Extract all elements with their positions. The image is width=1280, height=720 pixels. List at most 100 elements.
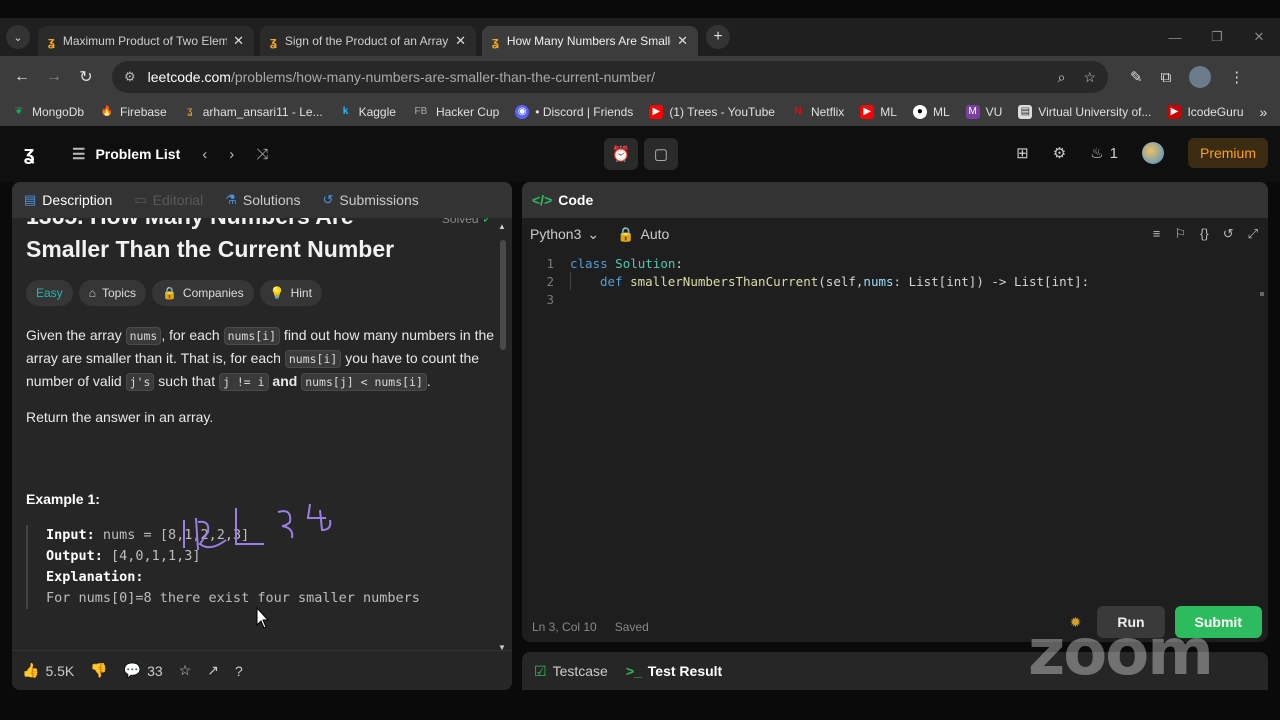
lightbulb-icon: 💡 [269,286,285,300]
lock-icon: 🔒 [617,225,635,242]
bookmark-item[interactable]: ❦ MongoDb [12,105,84,119]
braces-icon[interactable]: {} [1200,226,1209,242]
forward-icon[interactable]: → [38,68,70,86]
language-select[interactable]: Python3 ⌄ [530,226,599,243]
site-info-icon[interactable]: ⚙ [124,69,136,85]
close-tab-icon[interactable]: ✕ [233,33,244,49]
help-button[interactable]: ? [235,663,243,679]
new-tab-button[interactable]: + [706,25,730,49]
inline-code: nums[j] < nums[i] [301,373,427,391]
bookmark-item[interactable]: N Netflix [791,105,844,119]
premium-button[interactable]: Premium [1187,138,1268,168]
bookmark-star-icon[interactable]: ☆ [1083,69,1096,86]
code-title: Code [558,192,594,208]
inline-code: j's [125,373,155,391]
tab-test-result[interactable]: >_ Test Result [626,663,722,679]
kaggle-icon: k [342,106,349,117]
more-bookmarks-icon[interactable]: » [1260,104,1268,120]
pen-extension-icon[interactable]: ✎ [1130,68,1143,86]
companies-chip[interactable]: 🔒 Companies [151,280,254,306]
extensions-icon[interactable]: ⧉ [1161,69,1172,86]
description-scrollbar[interactable]: ▲ ▼ [498,222,508,652]
browser-tab[interactable]: ʓ Sign of the Product of an Array ✕ [260,26,476,56]
description-tabs: ▤ Description ▭ Editorial ⚗ Solutions ↺ Subm… [12,182,512,218]
tab-description[interactable]: ▤ Description [24,192,112,208]
difficulty-badge: Easy [26,280,73,306]
question-icon: ? [235,662,243,679]
document-icon: ▤ [24,192,37,207]
bookmark-item[interactable]: 🔥 Firebase [100,105,167,119]
close-window-icon[interactable]: ✕ [1238,29,1280,45]
hint-chip[interactable]: 💡 Hint [259,280,322,306]
leetcode-logo-icon[interactable]: ʓ [24,143,44,165]
leetcode-icon: ʓ [186,106,193,117]
code-line: 1 class Solution: [546,255,683,271]
bookmark-item[interactable]: ● ML [912,105,950,119]
layout-grid-icon[interactable]: ⊞ [1016,144,1029,162]
profile-avatar[interactable] [1189,66,1212,88]
next-problem-icon[interactable]: › [229,146,234,163]
tab-testcase[interactable]: ☑ Testcase [534,663,608,680]
tab-editorial[interactable]: ▭ Editorial [134,192,203,208]
description-footer: 👍 5.5K 👎 💬 33 ☆ ↗ ? [12,650,512,690]
restore-icon[interactable]: ❐ [1196,29,1238,45]
bookmark-item[interactable]: ▤ Virtual University of... [1018,105,1151,119]
problem-description: Given the array nums, for each nums[i] f… [26,327,495,391]
bookmark-item[interactable]: ʓ arham_ansari11 - Le... [183,105,323,119]
browser-tab-active[interactable]: ʓ How Many Numbers Are Smalle ✕ [482,26,698,56]
bookmark-item[interactable]: ▶ (1) Trees - YouTube [649,105,775,119]
like-button[interactable]: 👍 5.5K [22,662,74,679]
leetcode-favicon-icon: ʓ [48,33,55,49]
dislike-button[interactable]: 👎 [90,662,107,679]
close-tab-icon[interactable]: ✕ [455,33,466,49]
bookmark-item[interactable]: ▶ IcodeGuru [1167,105,1244,119]
bookmark-item[interactable]: FB Hacker Cup [412,105,500,119]
browser-tab[interactable]: ʓ Maximum Product of Two Elem ✕ [38,26,254,56]
tab-solutions[interactable]: ⚗ Solutions [225,192,300,208]
scroll-thumb[interactable] [500,240,506,350]
chevron-down-icon: ⌄ [587,225,600,242]
code-brackets-icon: </> [532,192,553,208]
settings-gear-icon[interactable]: ⚙ [1053,144,1066,162]
format-icon[interactable]: ≡ [1153,226,1161,242]
close-tab-icon[interactable]: ✕ [677,33,688,49]
streak-counter[interactable]: ♨ 1 [1090,144,1118,163]
reset-icon[interactable]: ↺ [1223,226,1234,242]
notes-icon[interactable]: ▢ [644,138,678,170]
timer-icon[interactable]: ⏰ [604,138,638,170]
fullscreen-icon[interactable]: ⤢ [1248,226,1258,242]
bookmark-icon[interactable]: ⚐ [1174,226,1186,242]
user-avatar[interactable] [1141,142,1164,164]
thumbs-down-icon: 👎 [90,662,108,678]
code-editor[interactable]: 1 class Solution: 2 def smallerNumbersThan… [522,254,1268,594]
code-line: 2 def smallerNumbersThanCurrent (self, num… [546,272,1090,290]
share-button[interactable]: ↗ [207,662,219,679]
shuffle-icon[interactable]: ⤨ [256,146,268,163]
leetcode-header: ʓ ☰ Problem List ‹ › ⤨ ⏰ ▢ ⊞ ⚙ ♨ 1 Premiu… [0,126,1280,182]
bookmark-item[interactable]: ◉ • Discord | Friends [515,105,633,119]
url-input[interactable]: ⚙ leetcode.com /problems/how-many-number… [112,61,1108,93]
code-toolbar: Python3 ⌄ 🔒 Auto ≡ ⚐ {} ↺ ⤢ [522,218,1268,250]
code-line: 3 [546,291,554,307]
bookmark-item[interactable]: M VU [965,105,1002,119]
tab-search-button[interactable]: ⌄ [6,25,30,49]
tab-submissions[interactable]: ↺ Submissions [322,192,418,208]
back-icon[interactable]: ← [6,68,38,86]
zoom-search-icon[interactable]: ⌕ [1058,69,1066,86]
favorite-button[interactable]: ☆ [179,662,192,679]
comments-button[interactable]: 💬 33 [124,662,163,679]
discord-icon: ◉ [515,105,530,119]
prev-problem-icon[interactable]: ‹ [202,146,207,163]
thumbs-up-icon: 👍 [22,662,40,678]
auto-mode-toggle[interactable]: 🔒 Auto [617,226,669,243]
problem-list-button[interactable]: ☰ Problem List [72,145,180,163]
menu-kebab-icon[interactable]: ⋮ [1229,68,1244,86]
minimize-icon[interactable]: — [1154,30,1196,45]
reload-icon[interactable]: ↻ [70,67,102,87]
inline-code: nums[i] [223,327,281,345]
bookmark-item[interactable]: k Kaggle [339,105,396,119]
scroll-up-icon[interactable]: ▲ [498,222,506,231]
list-icon: ☰ [72,146,86,163]
topics-chip[interactable]: ⌂ Topics [78,280,146,306]
bookmark-item[interactable]: ▶ ML [860,105,897,119]
